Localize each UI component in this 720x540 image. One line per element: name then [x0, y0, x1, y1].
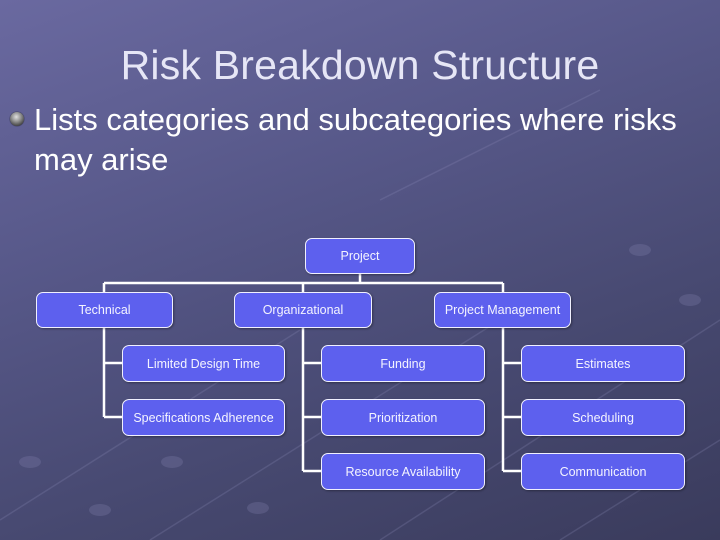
node-project: Project: [305, 238, 415, 274]
node-prioritization: Prioritization: [321, 399, 485, 436]
node-resource-availability: Resource Availability: [321, 453, 485, 490]
node-scheduling: Scheduling: [521, 399, 685, 436]
node-funding: Funding: [321, 345, 485, 382]
node-communication: Communication: [521, 453, 685, 490]
node-limited-design-time: Limited Design Time: [122, 345, 285, 382]
node-estimates: Estimates: [521, 345, 685, 382]
node-specifications-adherence: Specifications Adherence: [122, 399, 285, 436]
node-project-management: Project Management: [434, 292, 571, 328]
node-technical: Technical: [36, 292, 173, 328]
node-organizational: Organizational: [234, 292, 372, 328]
